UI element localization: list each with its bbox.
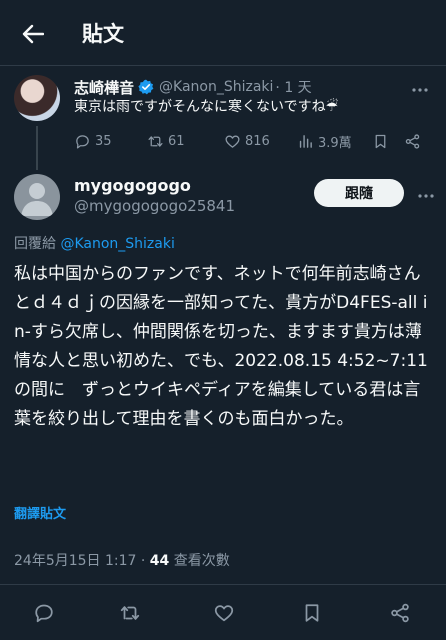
top-bar: 貼文: [0, 0, 446, 66]
parent-reply-button[interactable]: 35: [74, 130, 112, 152]
follow-button[interactable]: 跟隨: [314, 179, 404, 207]
page-title: 貼文: [82, 22, 124, 46]
parent-retweet-count: 61: [168, 133, 185, 149]
reply-avatar[interactable]: [14, 174, 60, 220]
replying-to-handle[interactable]: @Kanon_Shizaki: [60, 236, 174, 252]
reply-button[interactable]: [32, 601, 56, 625]
more-icon[interactable]: [412, 78, 428, 97]
parent-tweet-text: 東京は雨ですがそんなに寒くないですね☔: [74, 99, 339, 115]
replying-to-prefix: 回覆給: [14, 236, 61, 252]
views-count: 44: [149, 553, 170, 569]
share-button[interactable]: [388, 601, 412, 625]
parent-tweet-header: 志崎樺音 @Kanon_Shizaki · 1 天: [74, 76, 312, 98]
retweet-icon: [148, 135, 163, 147]
retweet-icon: [120, 606, 140, 620]
parent-like-count: 816: [245, 133, 270, 149]
verified-badge-icon: [138, 79, 154, 95]
reply-author-name[interactable]: mygogogogo: [74, 176, 191, 195]
like-icon: [214, 605, 234, 622]
reply-actions: [0, 585, 446, 640]
parent-reply-count: 35: [95, 133, 112, 149]
views-label: 查看次數: [169, 553, 230, 569]
parent-retweet-button[interactable]: 61: [147, 130, 185, 152]
default-avatar-icon: [21, 183, 53, 216]
bookmark-button[interactable]: [300, 601, 324, 625]
bookmark-icon: [375, 134, 386, 148]
parent-bookmark-button[interactable]: [372, 130, 389, 152]
share-icon: [391, 603, 409, 623]
tweet-timestamp[interactable]: 24年5月15日 1:17 ·: [14, 553, 150, 569]
parent-views-button[interactable]: 3.9萬: [297, 130, 352, 152]
reply-author-handle[interactable]: @mygogogogo25841: [74, 197, 235, 215]
parent-share-button[interactable]: [404, 130, 421, 152]
thread-connector: [36, 126, 38, 170]
parent-time: · 1 天: [275, 80, 312, 96]
reply-icon: [35, 604, 53, 623]
parent-author-handle[interactable]: @Kanon_Shizaki: [159, 79, 273, 95]
parent-author-name[interactable]: 志崎樺音: [74, 77, 134, 98]
tweet-meta: 24年5月15日 1:17 · 44 查看次數: [14, 550, 230, 570]
retweet-button[interactable]: [118, 601, 142, 625]
translate-post-link[interactable]: 翻譯貼文: [14, 503, 66, 522]
more-icon[interactable]: [418, 184, 434, 203]
like-button[interactable]: [212, 601, 236, 625]
replying-to: 回覆給 @Kanon_Shizaki: [14, 233, 175, 253]
views-icon: [299, 134, 312, 148]
parent-avatar[interactable]: [14, 75, 60, 121]
reply-icon: [76, 134, 89, 149]
share-icon: [405, 133, 420, 149]
parent-views-count: 3.9萬: [318, 135, 352, 151]
parent-like-button[interactable]: 816: [224, 130, 270, 152]
like-icon: [225, 135, 240, 148]
back-arrow-icon[interactable]: [20, 21, 46, 47]
bookmark-icon: [305, 604, 319, 622]
reply-tweet-text: 私は中国からのファンです、ネットで何年前志崎さんとｄ４ｄｊの因縁を一部知ってた、…: [14, 264, 428, 429]
parent-actions: 35 61 816 3.9萬: [74, 130, 434, 152]
